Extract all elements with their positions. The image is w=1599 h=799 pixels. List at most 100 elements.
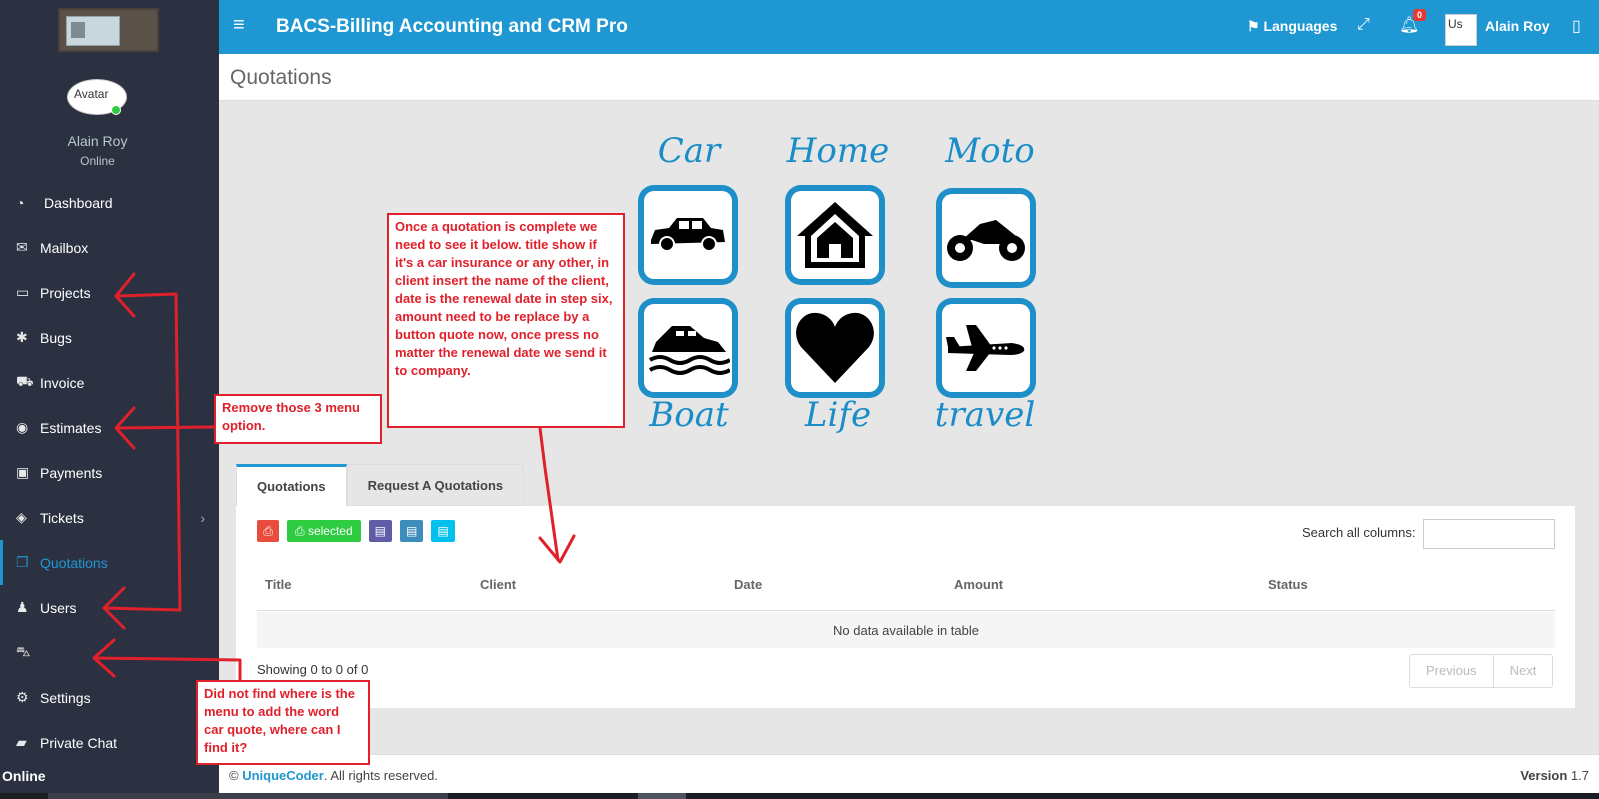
app-title[interactable]: BACS-Billing Accounting and CRM Pro [276,16,628,38]
sidebar-item-bugs[interactable]: ✱ Bugs [0,315,219,360]
comment-icon: ▰ [16,734,27,750]
footer-copyright: © UniqueCoder. All rights reserved. [229,768,438,783]
hamburger-menu-icon[interactable]: ≡ [233,14,245,37]
header-user-name[interactable]: Alain Roy [1485,18,1550,34]
export-csv-button[interactable]: ▤ [400,520,424,542]
column-client[interactable]: Client [480,577,516,592]
quotation-annotation-note: Once a quotation is complete we need to … [387,213,625,428]
car-insurance-card[interactable] [638,185,738,285]
car-quote-annotation-note: Did not find where is the menu to add th… [196,680,370,765]
home-icon [797,202,873,268]
sidebar-item-car[interactable]: ⛍ [0,630,219,675]
remove-menu-annotation-note: Remove those 3 menu option. [214,394,382,444]
column-amount[interactable]: Amount [954,577,1003,592]
print-selected-button[interactable]: ⎙ selected [287,520,361,542]
moto-insurance-card[interactable] [936,188,1036,288]
export-pdf-button[interactable]: ▤ [431,520,455,542]
sidebar-item-estimates[interactable]: ◉ Estimates [0,405,219,450]
home-label: Home [786,131,890,171]
heart-icon [796,312,874,383]
table-empty-row: No data available in table [257,612,1555,648]
version-label: Version [1520,768,1568,783]
sidebar-item-label: Tickets [40,509,84,526]
quotation-tabs: Quotations Request A Quotations [236,464,525,506]
company-link[interactable]: UniqueCoder [242,768,324,783]
next-button[interactable]: Next [1492,655,1553,687]
sidebar-item-settings[interactable]: ⚙ Settings [0,675,219,720]
column-title[interactable]: Title [265,577,292,592]
os-taskbar [0,793,1599,799]
sidebar-item-label: Settings [40,689,91,706]
copyright-symbol: © [229,768,239,783]
rights-text: . All rights reserved. [323,768,438,783]
sidebar-item-label: Quotations [40,554,108,571]
file-excel-icon: ▤ [374,524,386,538]
notification-badge: 0 [1413,9,1427,21]
sidebar-item-private-chat[interactable]: ▰ Private Chat [0,720,219,765]
bug-icon: ✱ [16,329,28,345]
column-date[interactable]: Date [734,577,762,592]
home-insurance-card[interactable] [785,185,885,285]
sidebar-item-projects[interactable]: ▭ Projects [0,270,219,315]
table-info: Showing 0 to 0 of 0 [257,662,369,677]
previous-button[interactable]: Previous [1410,655,1493,687]
export-excel-button[interactable]: ▤ [368,520,392,542]
quotations-panel: ⎙ ⎙ selected ▤ ▤ ▤ Search all columns: T… [236,506,1575,708]
boat-label: Boat [649,395,729,435]
table-header: Title Client Date Amount Status [257,562,1555,611]
moto-label: Moto [945,131,1035,171]
chevron-right-icon: › [200,509,205,526]
sidebar-item-invoice[interactable]: ⛟ Invoice [0,360,219,405]
sidebar-user-name: Alain Roy [67,133,128,149]
sidebar-item-mailbox[interactable]: ✉ Mailbox [0,225,219,270]
column-status[interactable]: Status [1268,577,1308,592]
folder-open-icon: ▭ [16,284,30,300]
version-value: 1.7 [1570,768,1589,783]
travel-insurance-card[interactable] [936,298,1036,398]
life-label: Life [804,395,872,435]
dashboard-icon: ◉ [16,419,29,435]
money-icon: ▣ [16,464,30,480]
envelope-icon: ✉ [16,239,28,255]
print-icon: ⎙ [263,523,273,538]
fullscreen-icon[interactable]: ⤢ [1357,16,1370,34]
selected-label: selected [307,524,353,538]
sidebar-item-label: Payments [40,464,103,481]
footer-version: Version 1.7 [1520,768,1589,783]
tab-quotations[interactable]: Quotations [236,464,347,506]
tab-request-quotation[interactable]: Request A Quotations [346,464,525,506]
sidebar-item-tickets[interactable]: ◈ Tickets › [0,495,219,540]
languages-label: Languages [1263,18,1338,34]
sidebar-item-quotations[interactable]: ❐ Quotations [0,540,219,585]
boat-insurance-card[interactable] [638,298,738,398]
company-logo[interactable] [58,8,159,52]
page-title-bar: Quotations [219,54,1599,101]
airplane-icon [946,325,1025,371]
footer: © UniqueCoder. All rights reserved. Vers… [219,754,1599,793]
tachometer-icon: ◔ [16,194,25,211]
motorcycle-icon [947,220,1025,261]
control-sidebar-icon[interactable]: ▯ [1572,16,1581,36]
life-insurance-card[interactable] [785,298,885,398]
sidebar-item-dashboard[interactable]: ◔ Dashboard [0,180,219,225]
file-csv-icon: ▤ [406,524,418,538]
car-icon: ⛍ [16,643,31,659]
travel-label: travel [934,395,1036,435]
sidebar-menu: ◔ Dashboard ✉ Mailbox ▭ Projects ✱ Bugs … [0,180,219,765]
car-label: Car [657,131,721,171]
search-input[interactable] [1423,519,1555,549]
ticket-icon: ◈ [16,509,27,525]
sidebar-item-label: Users [40,599,77,616]
users-icon: ♟ [16,599,29,615]
print-button[interactable]: ⎙ [257,520,279,542]
header-user-avatar[interactable]: Us [1445,14,1477,46]
sidebar-item-label: Estimates [40,419,102,436]
sidebar-item-label: Private Chat [40,734,118,751]
cart-icon: ⛟ [16,373,34,389]
sidebar-item-payments[interactable]: ▣ Payments [0,450,219,495]
flag-icon: ⚑ [1247,18,1260,34]
online-indicator [111,105,121,115]
sidebar-item-users[interactable]: ♟ Users [0,585,219,630]
languages-menu[interactable]: ⚑ Languages [1247,18,1337,35]
search-label: Search all columns: [1302,525,1416,540]
